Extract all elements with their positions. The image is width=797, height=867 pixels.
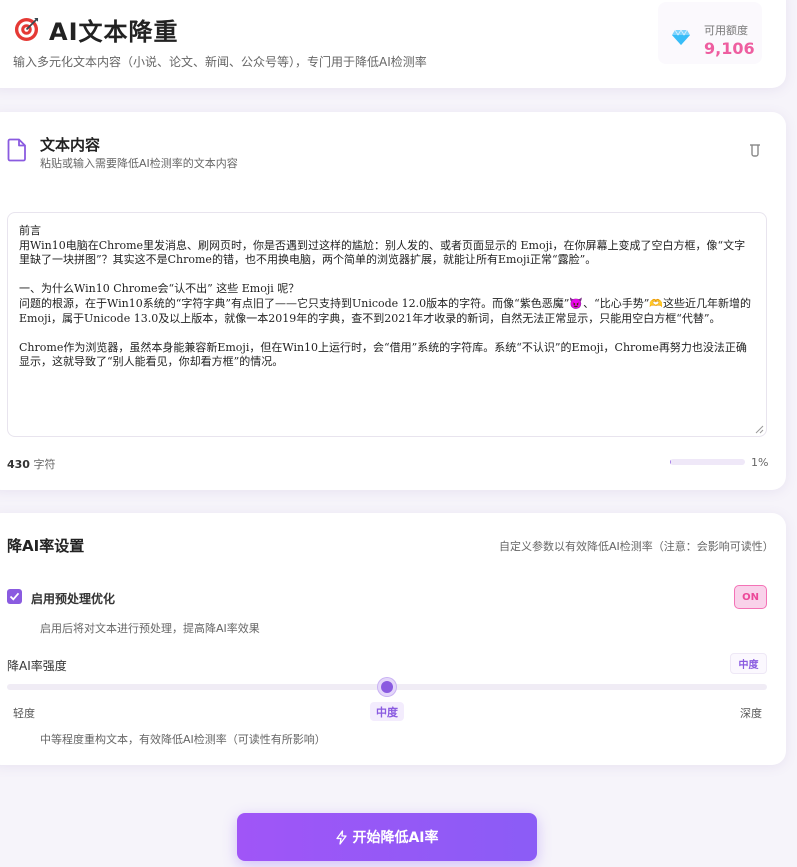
settings-card: 降AI率设置 自定义参数以有效降低AI检测率（注意：会影响可读性） 启用预处理优…: [0, 513, 786, 765]
strength-label: 降AI率强度: [7, 659, 67, 673]
checkmark-icon: [9, 592, 20, 601]
settings-note: 自定义参数以有效降低AI检测率（注意：会影响可读性）: [499, 540, 774, 553]
start-button-label: 开始降低AI率: [352, 830, 439, 846]
clear-text-icon[interactable]: [748, 142, 762, 158]
tick-medium[interactable]: 中度: [370, 702, 404, 721]
text-section-title: 文本内容: [40, 136, 101, 154]
preprocess-toggle[interactable]: ON: [734, 585, 767, 609]
text-progress-bar: [670, 459, 745, 465]
diamond-icon: [672, 29, 690, 45]
target-icon: [14, 17, 39, 42]
quota-label: 可用额度: [704, 24, 748, 37]
text-section-description: 粘贴或输入需要降低AI检测率的文本内容: [40, 157, 238, 170]
strength-slider-thumb[interactable]: [378, 678, 396, 696]
strength-description: 中等程度重构文本，有效降低AI检测率（可读性有所影响）: [40, 733, 326, 746]
character-count-value: 430: [7, 458, 30, 471]
lightning-icon: [336, 829, 348, 845]
preprocess-label: 启用预处理优化: [31, 592, 116, 606]
tick-deep[interactable]: 深度: [740, 705, 762, 721]
page-title: AI文本降重: [49, 18, 179, 46]
tick-light[interactable]: 轻度: [13, 705, 35, 721]
quota-box: 可用额度 9,106: [658, 2, 762, 64]
text-input-area[interactable]: 前言 用Win10电脑在Chrome里发消息、刷网页时，你是否遇到过这样的尴尬：…: [7, 212, 767, 437]
quota-value: 9,106: [704, 39, 755, 58]
settings-title: 降AI率设置: [7, 537, 85, 555]
character-count-unit: 字符: [33, 458, 56, 471]
preprocess-description: 启用后将对文本进行预处理，提高降AI率效果: [40, 622, 260, 635]
character-count: 430 字符: [7, 456, 55, 472]
text-progress-percent: 1%: [751, 456, 769, 469]
strength-value-badge: 中度: [730, 653, 767, 674]
preprocess-checkbox[interactable]: [7, 589, 22, 604]
text-content-card: 文本内容 粘贴或输入需要降低AI检测率的文本内容 前言 用Win10电脑在Chr…: [0, 112, 786, 490]
page-subtitle: 输入多元化文本内容（小说、论文、新闻、公众号等），专门用于降低AI检测率: [13, 55, 427, 69]
header-card: AI文本降重 输入多元化文本内容（小说、论文、新闻、公众号等），专门用于降低AI…: [0, 0, 786, 88]
title-row: AI文本降重: [14, 12, 179, 47]
text-progress-fill: [670, 459, 671, 465]
document-icon: [7, 138, 26, 162]
resize-handle-icon[interactable]: [754, 424, 764, 434]
start-button[interactable]: 开始降低AI率: [237, 813, 537, 861]
